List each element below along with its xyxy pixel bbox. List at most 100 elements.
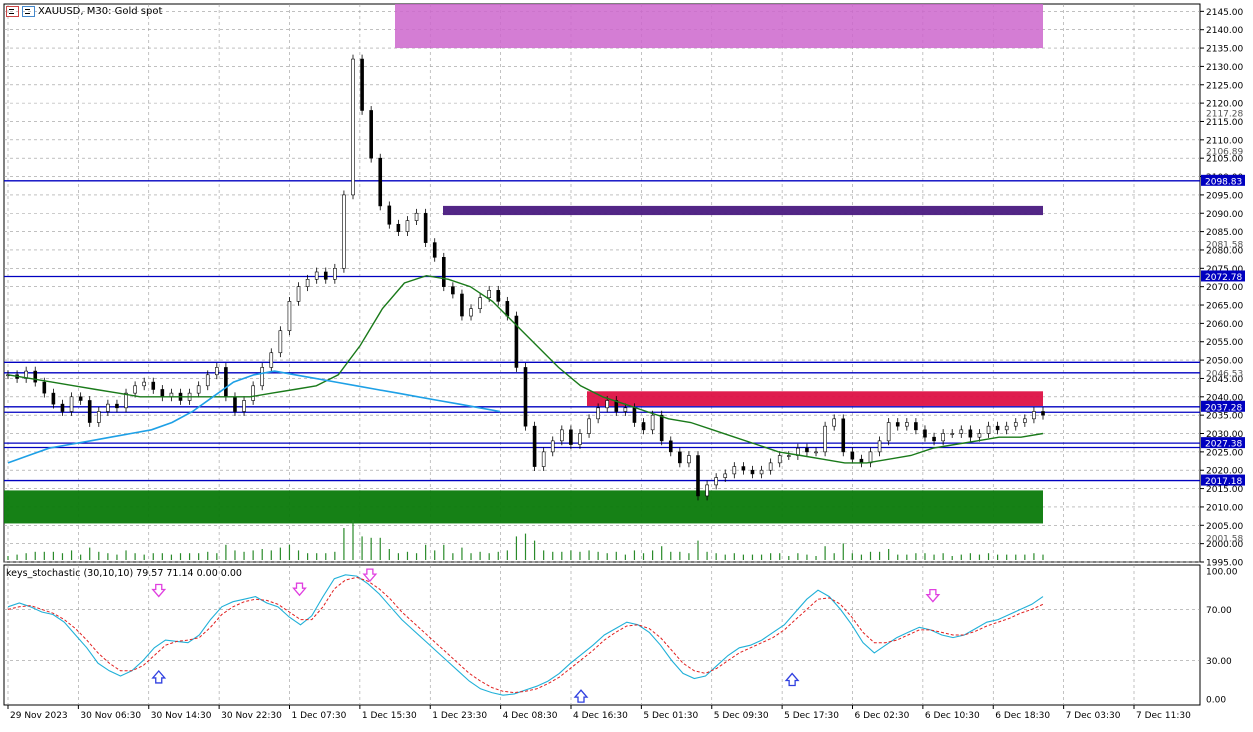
calendar-icon[interactable] xyxy=(6,6,19,17)
time-tick-label: 6 Dec 18:30 xyxy=(995,711,1050,721)
candle-body xyxy=(387,205,392,225)
candle-body xyxy=(333,268,337,280)
stochastic-tick-label: 0.00 xyxy=(1206,696,1226,706)
candle-body xyxy=(805,447,809,453)
supply-zone-purple xyxy=(443,205,1043,216)
chart-header: XAUUSD, M30: Gold spot xyxy=(6,6,162,17)
candle-body xyxy=(441,257,446,287)
candle-body xyxy=(696,455,700,497)
indicator-label: keys_stochastic (30,10,10) 79.57 71.14 0… xyxy=(6,568,242,579)
chart-icon[interactable] xyxy=(22,6,35,17)
candle-body xyxy=(541,451,546,467)
candle-body xyxy=(451,286,455,295)
time-tick-label: 6 Dec 10:30 xyxy=(925,711,980,721)
price-tick-label: 2055.00 xyxy=(1206,338,1243,348)
price-tick-label: 2090.00 xyxy=(1206,210,1243,220)
price-marker-label: 2072.78 xyxy=(1205,273,1242,283)
candle-body xyxy=(732,466,737,475)
candle-body xyxy=(305,279,310,287)
candle-body xyxy=(414,212,419,221)
sma-blue-line xyxy=(7,370,501,464)
candle-body xyxy=(777,455,782,464)
price-tick-label: 2065.00 xyxy=(1206,302,1243,312)
price-marker-label: 2027.38 xyxy=(1205,440,1242,450)
candle-body xyxy=(659,414,664,442)
candle-body xyxy=(460,293,464,317)
time-tick-label: 5 Dec 09:30 xyxy=(714,711,769,721)
candle-body xyxy=(224,367,228,398)
candle-body xyxy=(668,440,673,453)
time-tick-label: 1 Dec 23:30 xyxy=(432,711,487,721)
candle-body xyxy=(569,429,573,445)
time-tick-label: 7 Dec 03:30 xyxy=(1066,711,1121,721)
price-panel[interactable] xyxy=(3,3,1201,563)
candle-body xyxy=(87,400,92,423)
price-tick-label: 2060.00 xyxy=(1206,320,1243,330)
time-tick-label: 6 Dec 02:30 xyxy=(855,711,910,721)
candle-body xyxy=(124,392,128,409)
price-marker-label: 2117.28 xyxy=(1206,110,1243,120)
candle-body xyxy=(369,110,373,159)
candle-body xyxy=(814,451,818,454)
candle-body xyxy=(587,418,591,434)
symbol-title: XAUUSD, M30: Gold spot xyxy=(38,6,163,17)
price-marker-label: 2106.89 xyxy=(1206,148,1243,158)
axes: 2145.00 2140.00 2135.00 2130.00 2125.00 2120.… xyxy=(7,8,1245,721)
candle-body xyxy=(550,440,555,453)
candle-body xyxy=(278,330,283,354)
candle-body xyxy=(950,433,955,435)
candle-body xyxy=(605,400,610,409)
candle-body xyxy=(496,290,501,302)
price-marker-label: 2001.58 xyxy=(1206,534,1243,544)
stochastic-tick-label: 100.00 xyxy=(1206,568,1238,578)
price-tick-label: 2010.00 xyxy=(1206,503,1243,513)
price-marker-label: 2037.28 xyxy=(1205,403,1242,413)
price-tick-label: 2125.00 xyxy=(1206,81,1243,91)
candle-body xyxy=(487,290,491,298)
candle-body xyxy=(60,403,65,412)
time-tick-label: 29 Nov 2023 xyxy=(10,711,68,721)
price-tick-label: 2095.00 xyxy=(1206,191,1243,201)
candle-body xyxy=(432,242,437,258)
candle-body xyxy=(959,429,964,434)
candle-body xyxy=(1032,411,1036,420)
time-tick-label: 5 Dec 01:30 xyxy=(643,711,698,721)
candle-body xyxy=(914,422,918,431)
arrow-up-icon xyxy=(151,669,167,684)
candle-body xyxy=(977,433,982,438)
candle-body xyxy=(314,271,319,280)
candle-body xyxy=(1041,411,1045,416)
stochastic-panel[interactable] xyxy=(3,564,1201,706)
candle-body xyxy=(323,271,328,280)
stochastic-tick-label: 70.00 xyxy=(1206,606,1232,616)
candle-body xyxy=(986,425,991,434)
candle-body xyxy=(351,58,355,196)
time-tick-label: 4 Dec 08:30 xyxy=(503,711,558,721)
candle-body xyxy=(378,157,383,207)
candle-body xyxy=(42,381,47,394)
candle-body xyxy=(478,297,482,309)
candle-body xyxy=(705,484,709,497)
candle-body xyxy=(968,429,973,438)
arrow-up-icon xyxy=(573,689,589,703)
price-marker-label: 2017.18 xyxy=(1205,477,1242,487)
candle-body xyxy=(995,425,1000,431)
candle-body xyxy=(841,418,846,453)
candle-body xyxy=(360,58,364,111)
candle-body xyxy=(33,370,38,383)
price-tick-label: 2140.00 xyxy=(1206,26,1243,36)
price-tick-label: 2050.00 xyxy=(1206,357,1243,367)
candle-body xyxy=(196,385,201,394)
candle-body xyxy=(687,455,691,464)
price-tick-label: 2130.00 xyxy=(1206,63,1243,73)
chart-canvas[interactable]: 2145.00 2140.00 2135.00 2130.00 2125.00 2120.… xyxy=(0,0,1253,728)
chart-window[interactable]: 2145.00 2140.00 2135.00 2130.00 2125.00 2120.… xyxy=(0,0,1253,728)
candle-body xyxy=(160,389,165,398)
price-frame xyxy=(3,3,1201,563)
stochastic-frame xyxy=(3,564,1201,706)
stochastic-tick-label: 30.00 xyxy=(1206,657,1232,667)
candle-body xyxy=(560,429,564,442)
candle-body xyxy=(260,367,265,387)
candle-body xyxy=(215,367,219,376)
candle-body xyxy=(96,411,101,423)
